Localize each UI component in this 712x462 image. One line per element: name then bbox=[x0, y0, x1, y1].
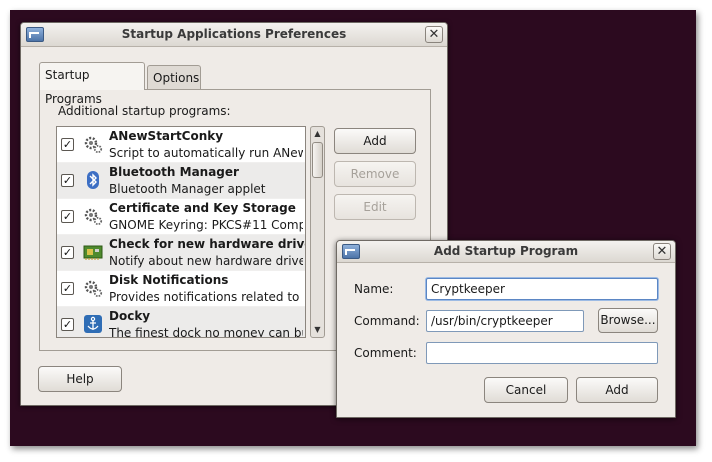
program-name: Docky bbox=[109, 309, 151, 323]
scroll-down-icon[interactable]: ▼ bbox=[311, 323, 324, 337]
main-close-button[interactable]: ✕ bbox=[425, 26, 443, 43]
startup-programs-list[interactable]: ✓ ANewStartConky Script to automatically… bbox=[56, 126, 306, 338]
main-window-title: Startup Applications Preferences bbox=[121, 27, 347, 41]
cancel-button[interactable]: Cancel bbox=[484, 377, 568, 403]
program-name: Check for new hardware drivers bbox=[109, 237, 306, 251]
program-description: GNOME Keyring: PKCS#11 Compo... bbox=[109, 218, 303, 232]
name-field[interactable]: Cryptkeeper bbox=[426, 278, 658, 300]
program-description: Provides notifications related to di... bbox=[109, 290, 303, 304]
list-item[interactable]: ✓ Certificate and Key Storage GNOME Keyr… bbox=[57, 199, 305, 235]
browse-button[interactable]: Browse... bbox=[598, 308, 658, 333]
list-scrollbar[interactable]: ▲ ▼ bbox=[310, 126, 325, 338]
scrollbar-thumb[interactable] bbox=[312, 142, 323, 178]
anchor-icon bbox=[84, 315, 102, 333]
program-description: Script to automatically run ANewS... bbox=[109, 146, 303, 160]
gears-icon bbox=[84, 208, 103, 226]
program-name: Bluetooth Manager bbox=[109, 165, 239, 179]
dialog-add-button[interactable]: Add bbox=[576, 377, 658, 403]
enable-checkbox[interactable]: ✓ bbox=[61, 282, 74, 295]
dialog-close-button[interactable]: ✕ bbox=[653, 243, 671, 260]
dialog-titlebar[interactable]: Add Startup Program ✕ bbox=[337, 241, 675, 263]
add-button[interactable]: Add bbox=[334, 128, 416, 154]
close-icon: ✕ bbox=[428, 27, 440, 42]
list-item[interactable]: ✓ Disk Notifications Provides notificati… bbox=[57, 271, 305, 307]
tab-options[interactable]: Options bbox=[147, 65, 201, 91]
hardware-card-icon bbox=[83, 245, 103, 260]
program-name: Certificate and Key Storage bbox=[109, 201, 296, 215]
remove-button[interactable]: Remove bbox=[334, 161, 416, 187]
gears-icon bbox=[84, 280, 103, 298]
program-description: Notify about new hardware driver... bbox=[109, 254, 303, 268]
command-label: Command: bbox=[354, 314, 420, 328]
list-item[interactable]: ✓ Docky The finest dock no money can buy… bbox=[57, 307, 305, 338]
bluetooth-icon bbox=[87, 171, 99, 189]
gears-icon bbox=[84, 136, 103, 154]
program-description: Bluetooth Manager applet bbox=[109, 182, 266, 196]
enable-checkbox[interactable]: ✓ bbox=[61, 318, 74, 331]
close-icon: ✕ bbox=[656, 244, 668, 259]
enable-checkbox[interactable]: ✓ bbox=[61, 210, 74, 223]
list-item[interactable]: ✓ Bluetooth Manager Bluetooth Manager ap… bbox=[57, 163, 305, 199]
name-label: Name: bbox=[354, 282, 394, 296]
comment-label: Comment: bbox=[354, 346, 417, 360]
comment-field[interactable] bbox=[426, 342, 658, 364]
enable-checkbox[interactable]: ✓ bbox=[61, 138, 74, 151]
program-name: Disk Notifications bbox=[109, 273, 229, 287]
tab-startup-programs[interactable]: Startup Programs bbox=[39, 62, 145, 106]
help-button[interactable]: Help bbox=[38, 366, 122, 392]
enable-checkbox[interactable]: ✓ bbox=[61, 246, 74, 259]
list-item[interactable]: ✓ Check for new hardware drivers Notify … bbox=[57, 235, 305, 271]
scroll-up-icon[interactable]: ▲ bbox=[311, 127, 324, 141]
edit-button[interactable]: Edit bbox=[334, 194, 416, 220]
add-startup-program-dialog: Add Startup Program ✕ Name: Cryptkeeper … bbox=[336, 240, 676, 418]
program-name: ANewStartConky bbox=[109, 129, 224, 143]
main-titlebar[interactable]: Startup Applications Preferences ✕ bbox=[21, 23, 447, 47]
program-description: The finest dock no money can buy. bbox=[109, 326, 303, 338]
list-item[interactable]: ✓ ANewStartConky Script to automatically… bbox=[57, 127, 305, 163]
enable-checkbox[interactable]: ✓ bbox=[61, 174, 74, 187]
dialog-title: Add Startup Program bbox=[433, 244, 579, 258]
command-field[interactable]: /usr/bin/cryptkeeper bbox=[426, 310, 584, 332]
